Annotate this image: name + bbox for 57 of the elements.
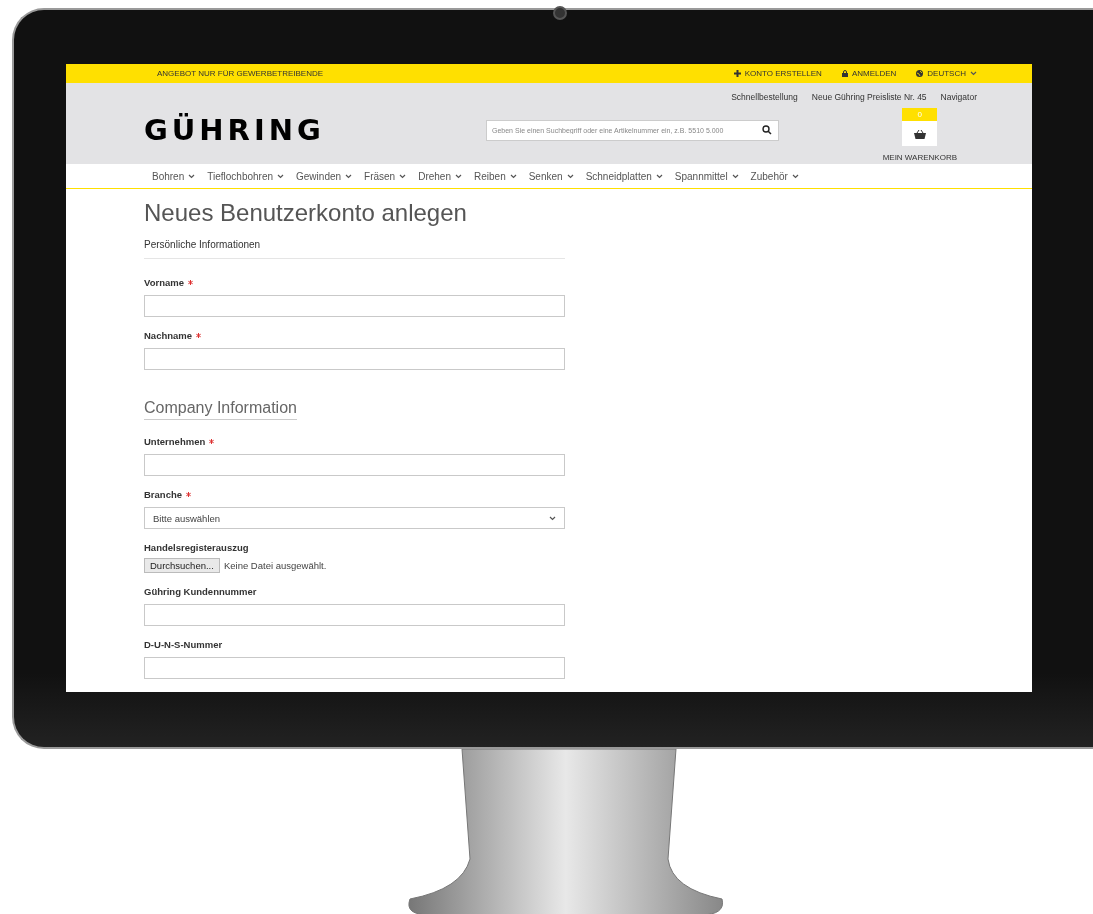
chevron-down-icon [549, 515, 556, 521]
field-label: Gühring Kundennummer [144, 586, 257, 597]
nav-item[interactable]: Zubehör [750, 170, 799, 182]
nav-item[interactable]: Gewinden [296, 170, 353, 182]
chevron-down-icon [509, 173, 517, 179]
section-subheading: Persönliche Informationen [144, 239, 565, 259]
camera-icon [553, 6, 567, 20]
select-field[interactable]: Bitte auswählen [144, 507, 565, 529]
chevron-down-icon [791, 173, 799, 179]
chevron-down-icon [731, 173, 739, 179]
field-label: Unternehmen [144, 436, 206, 447]
field-label: Branche [144, 489, 182, 500]
input-field[interactable] [144, 295, 565, 317]
nav-item[interactable]: Tieflochbohren [207, 170, 285, 182]
search-icon[interactable] [762, 125, 772, 136]
logo[interactable]: GÜHRING [144, 113, 325, 148]
chevron-down-icon [277, 173, 285, 179]
input-field[interactable] [144, 604, 565, 626]
field-label: D-U-N-S-Nummer [144, 639, 223, 650]
file-status: Keine Datei ausgewählt. [223, 560, 327, 571]
top-link[interactable]: ANMELDEN [841, 69, 897, 79]
header-link[interactable]: Neue Gühring Preisliste Nr. 45 [811, 92, 927, 103]
field-label: Vorname [144, 277, 184, 288]
nav-item[interactable]: Drehen [418, 170, 462, 182]
top-link[interactable]: DEUTSCH [916, 69, 977, 79]
chevron-down-icon [345, 173, 353, 179]
section-heading: Company Information [144, 399, 297, 420]
page-title: Neues Benutzerkonto anlegen [144, 199, 468, 227]
notice-text: ANGEBOT NUR FÜR GEWERBETREIBENDE [157, 69, 325, 79]
nav-item[interactable]: Reiben [474, 170, 517, 182]
field-label: Handelsregisterauszug [144, 542, 249, 553]
nav-item[interactable]: Senken [528, 170, 574, 182]
plus-icon [733, 70, 741, 78]
globe-icon [916, 70, 924, 78]
field-label: Nachname [144, 330, 193, 341]
cart-label[interactable]: MEIN WARENKORB [882, 153, 957, 163]
lock-icon [841, 70, 848, 78]
top-link[interactable]: KONTO ERSTELLEN [733, 69, 822, 79]
input-field[interactable] [144, 657, 565, 679]
nav-item[interactable]: Spannmittel [674, 170, 739, 182]
header-link[interactable]: Navigator [940, 92, 977, 103]
chevron-down-icon [655, 173, 663, 179]
cart-count: 0 [902, 108, 938, 122]
chevron-down-icon [970, 71, 977, 77]
nav-item[interactable]: Fräsen [364, 170, 407, 182]
nav-item[interactable]: Schneidplatten [585, 170, 663, 182]
browse-button[interactable]: Durchsuchen... [144, 558, 220, 573]
header-link[interactable]: Schnellbestellung [731, 92, 798, 103]
nav-item[interactable]: Bohren [152, 170, 196, 182]
basket-icon [913, 129, 926, 139]
chevron-down-icon [188, 173, 196, 179]
input-field[interactable] [144, 454, 565, 476]
chevron-down-icon [399, 173, 407, 179]
chevron-down-icon [566, 173, 574, 179]
chevron-down-icon [455, 173, 462, 179]
cart-button[interactable] [902, 121, 938, 147]
input-field[interactable] [144, 348, 565, 370]
